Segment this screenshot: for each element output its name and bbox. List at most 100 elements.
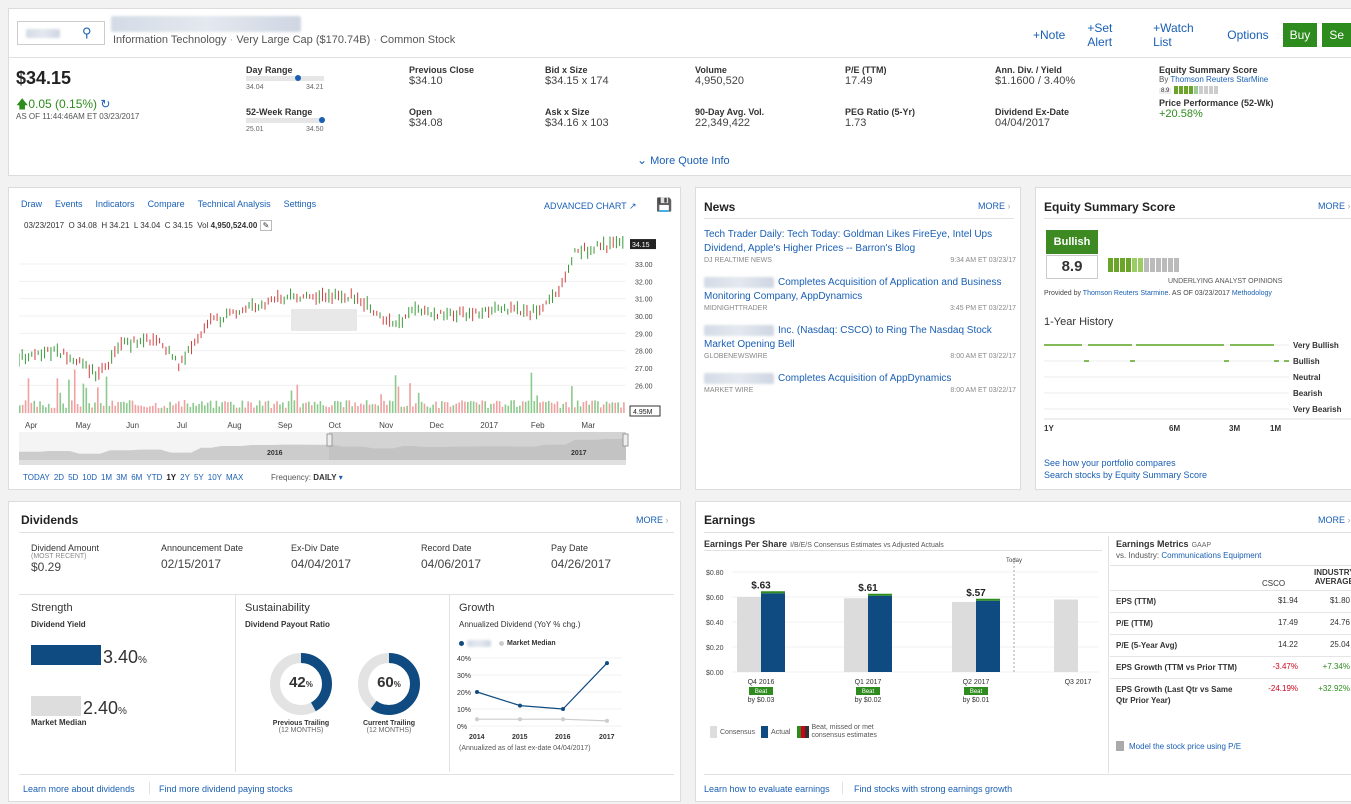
chart-tooltip-placeholder: [291, 309, 357, 331]
volume-bar: [305, 402, 307, 413]
ess-provider-link[interactable]: Thomson Reuters StarMine: [1170, 75, 1268, 84]
chart-tab-technical-analysis[interactable]: Technical Analysis: [198, 199, 271, 209]
more-quote-info-link[interactable]: ⌄ More Quote Info: [637, 153, 730, 167]
learn-dividends-link[interactable]: Learn more about dividends: [23, 784, 135, 794]
news-more-link[interactable]: MORE ›: [978, 201, 1011, 211]
symbol-search-input[interactable]: ⚲: [17, 21, 105, 45]
ess-portfolio-link[interactable]: See how your portfolio compares: [1044, 458, 1176, 468]
ess-search-link[interactable]: Search stocks by Equity Summary Score: [1044, 470, 1207, 480]
model-pe-link[interactable]: Model the stock price using P/E: [1116, 741, 1241, 751]
save-icon[interactable]: 💾: [656, 197, 672, 213]
volume-bar: [368, 404, 371, 413]
range-today[interactable]: TODAY: [23, 473, 50, 482]
eps-beat-by: by $0.01: [963, 697, 990, 704]
volume-bar: [279, 404, 281, 413]
news-headline-link[interactable]: Completes Acquisition of AppDynamics: [704, 372, 1016, 386]
refresh-icon[interactable]: ↻: [100, 97, 110, 111]
frequency-selector[interactable]: Frequency: DAILY ▾: [271, 473, 343, 482]
advanced-chart-link[interactable]: ADVANCED CHART ↗: [544, 201, 637, 212]
volume-bar: [487, 407, 489, 413]
volume-bar: [400, 406, 403, 413]
ess-history-period: 3M: [1229, 424, 1240, 433]
range-3m[interactable]: 3M: [116, 473, 127, 482]
range-ytd[interactable]: YTD: [146, 473, 162, 482]
volume-bar: [30, 402, 33, 413]
news-headline-link[interactable]: Inc. (Nasdaq: CSCO) to Ring The Nasdaq S…: [704, 324, 1016, 352]
eps-y-tick: $0.00: [706, 670, 724, 677]
news-headline-link[interactable]: Completes Acquisition of Application and…: [704, 276, 1016, 304]
volume-bar: [163, 405, 166, 413]
options-link[interactable]: Options: [1227, 28, 1268, 42]
day-range-bar: [246, 75, 324, 81]
add-note-link[interactable]: +Note: [1033, 28, 1065, 42]
ess-methodology-link[interactable]: Methodology: [1232, 290, 1272, 297]
search-icon[interactable]: ⚲: [82, 25, 92, 41]
set-alert-link[interactable]: +Set Alert: [1087, 21, 1131, 49]
yield-value: 3.40%: [103, 647, 147, 668]
industry-link[interactable]: Communications Equipment: [1161, 551, 1261, 560]
range-6m[interactable]: 6M: [131, 473, 142, 482]
volume-bar: [21, 404, 24, 413]
range-2d[interactable]: 2D: [54, 473, 64, 482]
volume-bar: [585, 400, 588, 413]
chart-tab-draw[interactable]: Draw: [21, 199, 42, 209]
volume-bar: [530, 372, 533, 413]
news-headline-link[interactable]: Tech Trader Daily: Tech Today: Goldman L…: [704, 228, 1016, 256]
volume-bar: [71, 400, 73, 413]
volume-bar: [565, 402, 567, 413]
ess-history-level: Very Bearish: [1293, 405, 1342, 414]
sell-button[interactable]: Se: [1322, 23, 1351, 47]
chart-tab-events[interactable]: Events: [55, 199, 83, 209]
volume-bar: [270, 407, 273, 413]
metrics-row-industry: 25.04: [1329, 640, 1350, 649]
range-2y[interactable]: 2Y: [180, 473, 190, 482]
find-earnings-stocks-link[interactable]: Find stocks with strong earnings growth: [854, 784, 1012, 794]
range-1y[interactable]: 1Y: [166, 473, 176, 482]
volume-bar: [423, 403, 426, 413]
news-meta: GLOBENEWSWIRE 8:00 AM ET 03/22/17: [704, 353, 1016, 360]
volume-bar: [504, 404, 507, 413]
more-quote-info-label: More Quote Info: [650, 155, 730, 167]
news-time: 8:00 AM ET 03/22/17: [950, 387, 1016, 394]
range-max[interactable]: MAX: [226, 473, 243, 482]
learn-earnings-link[interactable]: Learn how to evaluate earnings: [704, 784, 830, 794]
pay-date-value: 04/26/2017: [551, 557, 612, 571]
ess-rating-badge: Bullish: [1046, 230, 1098, 254]
price-chart-svg[interactable]: 33.00 32.00 31.00 30.00 29.00 28.00 27.00 26.00…: [19, 232, 674, 482]
volume-bar: [513, 400, 515, 413]
ess-more-link[interactable]: MORE ›: [1318, 201, 1351, 211]
curr-months: (12 MONTHS): [366, 727, 412, 734]
news-title: News: [704, 200, 736, 214]
range-10y[interactable]: 10Y: [208, 473, 222, 482]
peg-value: 1.73: [845, 117, 867, 129]
volume-bar: [316, 404, 319, 413]
growth-chart: 40% 30% 20% 10% 0%2014 2015 2016 2017: [457, 656, 622, 741]
volume-bar: [394, 375, 397, 413]
range-10d[interactable]: 10D: [82, 473, 97, 482]
record-date-value: 04/06/2017: [421, 557, 482, 571]
buy-button[interactable]: Buy: [1282, 23, 1318, 47]
ess-provider-link2[interactable]: Thomson Reuters Starmine: [1083, 290, 1169, 297]
day-high: 34.21: [306, 84, 324, 91]
range-5y[interactable]: 5Y: [194, 473, 204, 482]
dividends-more-link[interactable]: MORE ›: [636, 515, 669, 525]
chart-tab-compare[interactable]: Compare: [148, 199, 185, 209]
metrics-row-csco: 17.49: [1277, 618, 1298, 627]
pencil-icon[interactable]: ✎: [259, 220, 273, 231]
news-redacted-company: [704, 276, 774, 288]
price-chart-panel: Draw Events Indicators Compare Technical Ana…: [8, 187, 681, 490]
watch-list-link[interactable]: +Watch List: [1153, 21, 1205, 49]
ess-history-chart: Very Bullish Bullish Neutral Bearish Very Be…: [1044, 341, 1351, 433]
volume-bar: [539, 402, 541, 413]
earnings-title: Earnings: [704, 513, 756, 527]
volume-bar: [108, 406, 111, 413]
eps-beat-marker: [761, 591, 785, 594]
find-dividend-stocks-link[interactable]: Find more dividend paying stocks: [159, 784, 293, 794]
chart-tab-indicators[interactable]: Indicators: [96, 199, 135, 209]
range-1m[interactable]: 1M: [101, 473, 112, 482]
chart-tab-settings[interactable]: Settings: [284, 199, 317, 209]
range-5d[interactable]: 5D: [68, 473, 78, 482]
volume-bar: [441, 401, 443, 413]
earnings-more-link[interactable]: MORE ›: [1318, 515, 1351, 525]
info-vol: 4,950,524.00: [210, 221, 258, 230]
